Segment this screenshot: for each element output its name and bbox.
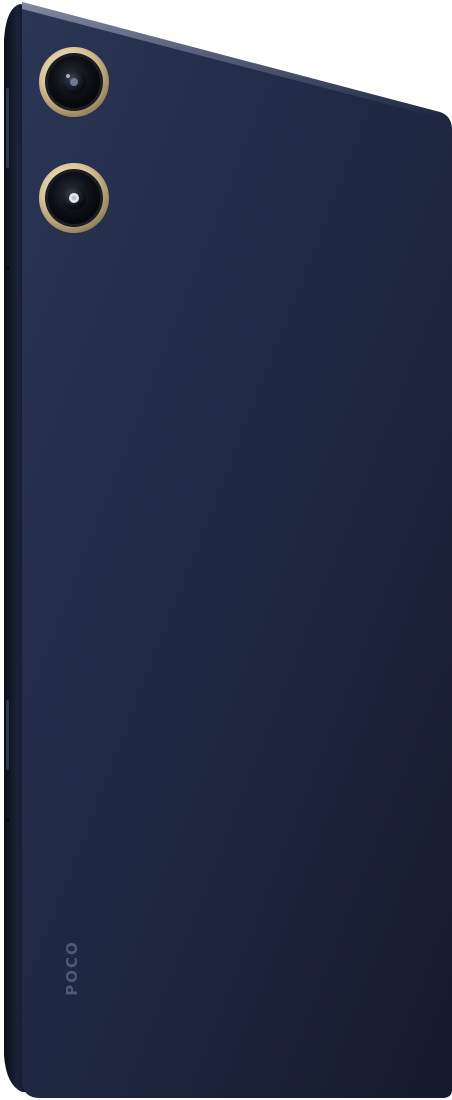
microphone-hole (6, 266, 10, 270)
tablet-back-illustration (4, 2, 452, 1098)
main-camera-lens (39, 47, 109, 117)
secondary-camera-lens (39, 163, 109, 233)
power-button (6, 700, 9, 770)
volume-button (6, 88, 9, 168)
brand-logo: POCO (63, 940, 81, 996)
speaker-hole (6, 818, 10, 822)
product-photo: POCO (0, 0, 452, 1100)
